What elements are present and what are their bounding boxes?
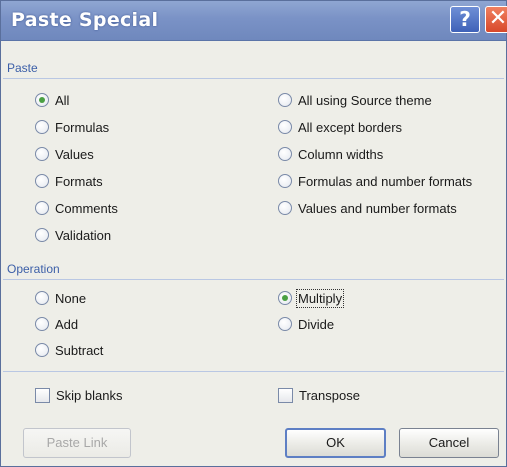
radio-selected-icon xyxy=(278,291,292,305)
paste-values-number-formats-label: Values and number formats xyxy=(298,200,457,216)
operation-none-radio[interactable]: None xyxy=(35,288,86,308)
paste-validation-radio[interactable]: Validation xyxy=(35,225,111,245)
paste-formulas-number-formats-radio[interactable]: Formulas and number formats xyxy=(278,171,472,191)
paste-values-label: Values xyxy=(55,146,94,162)
help-icon[interactable]: ? xyxy=(450,6,480,33)
transpose-checkbox[interactable]: Transpose xyxy=(278,385,360,405)
paste-special-dialog: Paste Special ? ✕ Paste All Formulas Val… xyxy=(0,0,507,467)
operation-divide-radio[interactable]: Divide xyxy=(278,314,334,334)
radio-icon xyxy=(35,147,49,161)
paste-all-radio[interactable]: All xyxy=(35,90,69,110)
checkbox-section-divider xyxy=(3,371,504,372)
paste-link-button[interactable]: Paste Link xyxy=(23,428,131,458)
checkbox-icon xyxy=(35,387,50,403)
operation-multiply-label: Multiply xyxy=(295,288,345,308)
paste-all-except-borders-radio[interactable]: All except borders xyxy=(278,117,402,137)
radio-icon xyxy=(35,201,49,215)
operation-section-label: Operation xyxy=(7,262,60,276)
cancel-button[interactable]: Cancel xyxy=(399,428,499,458)
paste-formats-radio[interactable]: Formats xyxy=(35,171,103,191)
operation-divide-label: Divide xyxy=(298,316,335,332)
paste-values-number-formats-radio[interactable]: Values and number formats xyxy=(278,198,457,218)
skip-blanks-label: Skip blanks xyxy=(56,387,123,403)
paste-all-source-theme-radio[interactable]: All using Source theme xyxy=(278,90,432,110)
radio-icon xyxy=(35,174,49,188)
paste-formulas-label: Formulas xyxy=(55,119,110,135)
paste-section-label: Paste xyxy=(7,61,38,75)
radio-selected-icon xyxy=(35,93,49,107)
paste-formulas-radio[interactable]: Formulas xyxy=(35,117,109,137)
title-bar[interactable]: Paste Special ? ✕ xyxy=(1,1,507,41)
paste-all-except-borders-label: All except borders xyxy=(298,119,403,135)
radio-icon xyxy=(278,174,292,188)
radio-icon xyxy=(35,343,49,357)
paste-all-source-theme-label: All using Source theme xyxy=(298,92,432,108)
operation-add-label: Add xyxy=(55,316,79,332)
radio-icon xyxy=(278,317,292,331)
paste-comments-radio[interactable]: Comments xyxy=(35,198,118,218)
close-icon[interactable]: ✕ xyxy=(485,6,507,33)
operation-section-divider xyxy=(3,279,504,280)
radio-icon xyxy=(35,120,49,134)
paste-section-divider xyxy=(3,78,504,79)
skip-blanks-checkbox[interactable]: Skip blanks xyxy=(35,385,122,405)
operation-multiply-radio[interactable]: Multiply xyxy=(278,288,345,308)
radio-icon xyxy=(278,93,292,107)
paste-formulas-number-formats-label: Formulas and number formats xyxy=(298,173,473,189)
operation-add-radio[interactable]: Add xyxy=(35,314,78,334)
operation-subtract-radio[interactable]: Subtract xyxy=(35,340,103,360)
paste-all-label: All xyxy=(55,92,70,108)
dialog-title: Paste Special xyxy=(11,9,159,31)
radio-icon xyxy=(278,201,292,215)
operation-subtract-label: Subtract xyxy=(55,342,104,358)
paste-column-widths-label: Column widths xyxy=(298,146,384,162)
paste-values-radio[interactable]: Values xyxy=(35,144,94,164)
transpose-label: Transpose xyxy=(299,387,360,403)
paste-validation-label: Validation xyxy=(55,227,112,243)
operation-none-label: None xyxy=(55,290,87,306)
radio-icon xyxy=(35,228,49,242)
radio-icon xyxy=(278,120,292,134)
radio-icon xyxy=(278,147,292,161)
radio-icon xyxy=(35,291,49,305)
paste-comments-label: Comments xyxy=(55,200,118,216)
checkbox-icon xyxy=(278,387,293,403)
paste-formats-label: Formats xyxy=(55,173,103,189)
radio-icon xyxy=(35,317,49,331)
paste-column-widths-radio[interactable]: Column widths xyxy=(278,144,383,164)
ok-button[interactable]: OK xyxy=(285,428,386,458)
